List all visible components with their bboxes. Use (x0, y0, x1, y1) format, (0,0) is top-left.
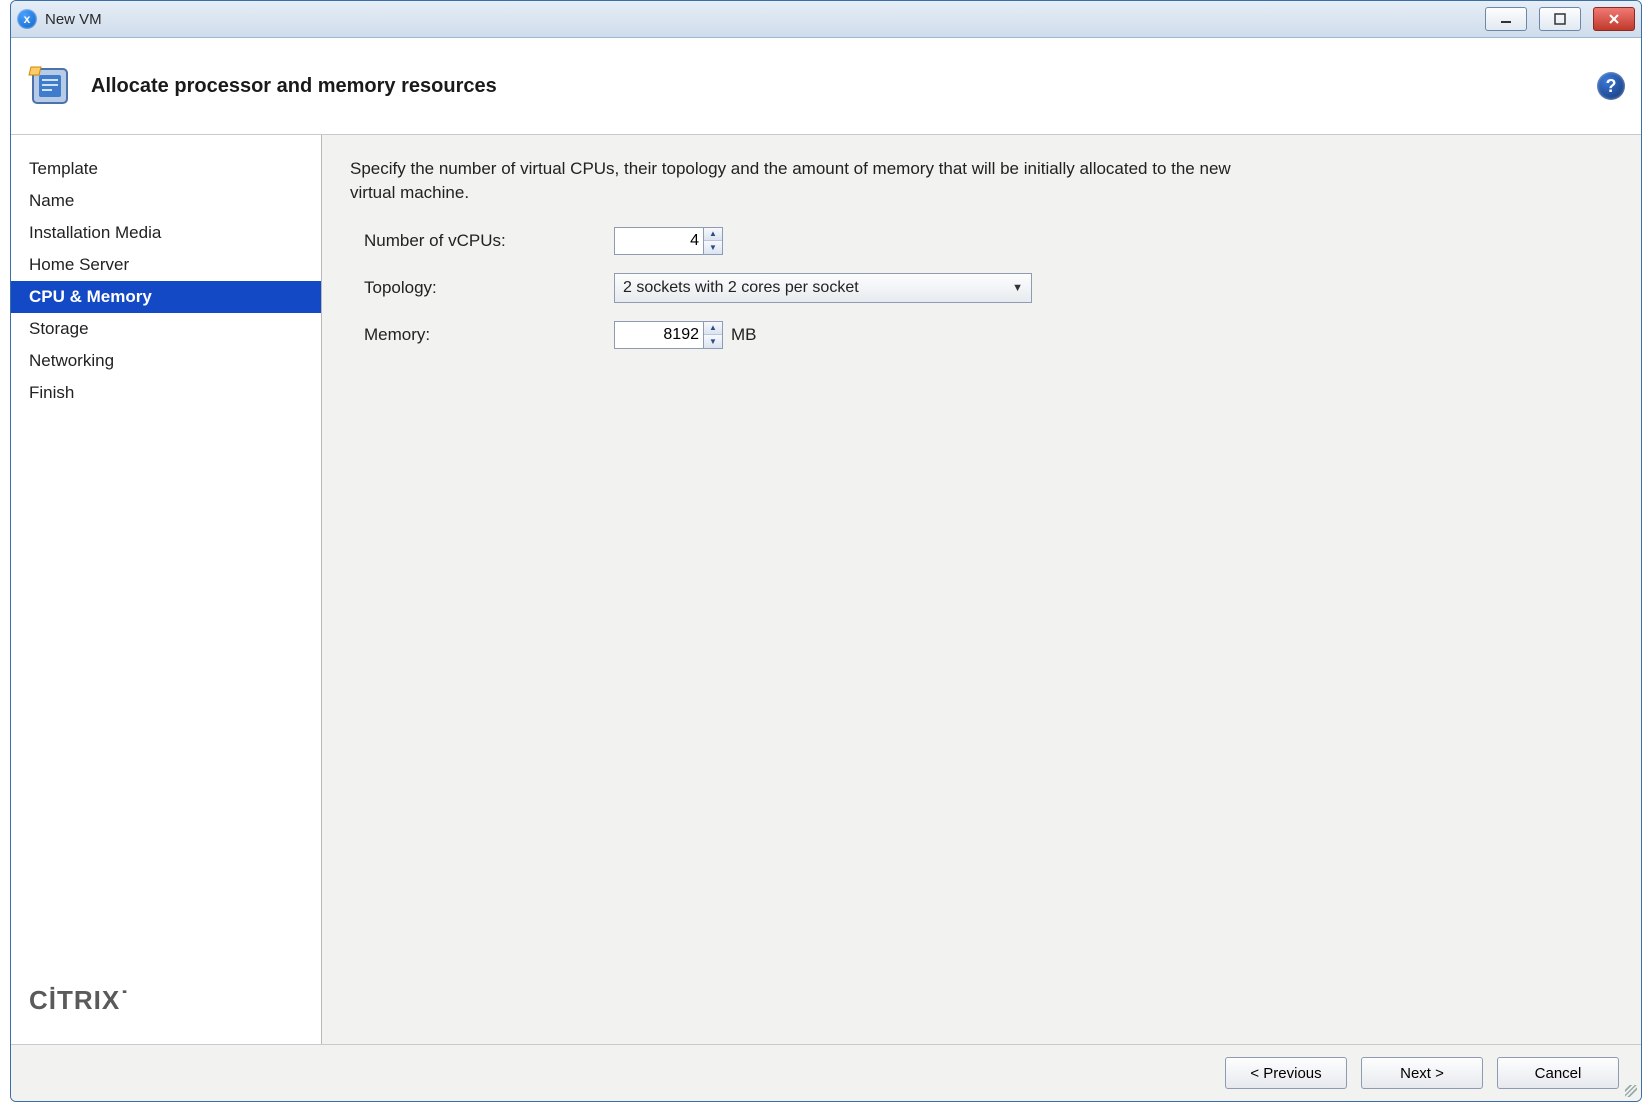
step-description: Specify the number of virtual CPUs, thei… (350, 157, 1270, 205)
help-icon: ? (1606, 76, 1617, 97)
vcpu-up-icon[interactable]: ▲ (704, 228, 722, 242)
sidebar-item-template[interactable]: Template (11, 153, 321, 185)
wizard-window: x New VM (10, 0, 1642, 1102)
topology-combobox[interactable]: 2 sockets with 2 cores per socket ▼ (614, 273, 1032, 303)
sidebar-item-cpu-memory[interactable]: CPU & Memory (11, 281, 321, 313)
topology-row: Topology: 2 sockets with 2 cores per soc… (350, 273, 1613, 303)
vcpu-input[interactable] (615, 228, 703, 254)
memory-label: Memory: (350, 325, 614, 345)
sidebar-item-home-server[interactable]: Home Server (11, 249, 321, 281)
vcpu-label: Number of vCPUs: (350, 231, 614, 251)
topology-label: Topology: (350, 278, 614, 298)
wizard-header: Allocate processor and memory resources … (11, 38, 1641, 135)
wizard-footer: < Previous Next > Cancel (11, 1044, 1641, 1101)
minimize-button[interactable] (1485, 7, 1527, 31)
memory-unit: MB (731, 325, 757, 345)
minimize-icon (1499, 12, 1513, 26)
vcpu-down-icon[interactable]: ▼ (704, 241, 722, 254)
wizard-content: Specify the number of virtual CPUs, thei… (322, 135, 1641, 1044)
help-button[interactable]: ? (1597, 72, 1625, 100)
sidebar-item-finish[interactable]: Finish (11, 377, 321, 409)
maximize-icon (1553, 12, 1567, 26)
sidebar-item-networking[interactable]: Networking (11, 345, 321, 377)
vcpu-row: Number of vCPUs: ▲ ▼ (350, 227, 1613, 255)
page-title: Allocate processor and memory resources (91, 75, 497, 98)
sidebar-item-installation-media[interactable]: Installation Media (11, 217, 321, 249)
sidebar-item-storage[interactable]: Storage (11, 313, 321, 345)
memory-down-icon[interactable]: ▼ (704, 335, 722, 348)
sidebar-item-name[interactable]: Name (11, 185, 321, 217)
previous-button[interactable]: < Previous (1225, 1057, 1347, 1089)
memory-up-icon[interactable]: ▲ (704, 322, 722, 336)
window-title: New VM (45, 11, 102, 28)
maximize-button[interactable] (1539, 7, 1581, 31)
close-button[interactable] (1593, 7, 1635, 31)
vcpu-spinner[interactable]: ▲ ▼ (614, 227, 723, 255)
brand-logo: CİTRIX˙ (11, 985, 321, 1044)
cancel-button[interactable]: Cancel (1497, 1057, 1619, 1089)
chevron-down-icon: ▼ (1012, 282, 1023, 294)
wizard-sidebar: TemplateNameInstallation MediaHome Serve… (11, 135, 322, 1044)
page-icon (27, 63, 73, 109)
resize-grip-icon[interactable] (1625, 1085, 1637, 1097)
titlebar: x New VM (11, 1, 1641, 38)
memory-spinner[interactable]: ▲ ▼ (614, 321, 723, 349)
memory-row: Memory: ▲ ▼ MB (350, 321, 1613, 349)
next-button[interactable]: Next > (1361, 1057, 1483, 1089)
memory-input[interactable] (615, 322, 703, 348)
app-icon: x (17, 9, 37, 29)
topology-value: 2 sockets with 2 cores per socket (623, 279, 859, 297)
close-icon (1607, 12, 1621, 26)
